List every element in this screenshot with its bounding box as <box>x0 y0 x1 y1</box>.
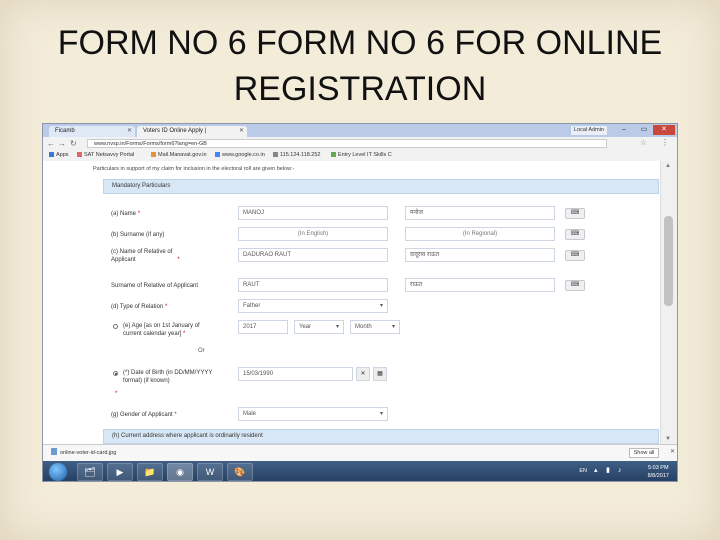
age-label: (e) Age [as on 1st January of current cal… <box>123 323 200 337</box>
close-tab-icon[interactable]: ✕ <box>239 126 244 137</box>
browser-screenshot: Ficamb ✕ Voters ID Online Apply | ✕ Loca… <box>42 123 678 482</box>
relation-select[interactable]: Father <box>238 299 388 313</box>
age-radio[interactable] <box>113 324 118 329</box>
download-item[interactable]: online-voter-id-card.jpg <box>51 448 133 459</box>
surname-label: (b) Surname (if any) <box>111 232 165 238</box>
tab-ficamb[interactable]: Ficamb ✕ <box>49 126 135 137</box>
dob-label: (*) Date of Birth (in DD/MM/YYYY format) … <box>123 370 213 384</box>
close-tab-icon[interactable]: ✕ <box>127 126 132 137</box>
volume-icon[interactable]: ♪ <box>618 467 625 474</box>
keyboard-icon[interactable]: ⌨ <box>565 280 585 291</box>
scroll-down-icon[interactable]: ▼ <box>665 436 671 442</box>
tab-bar: Ficamb ✕ Voters ID Online Apply | ✕ Loca… <box>43 124 677 137</box>
tab-label: Voters ID Online Apply | <box>143 128 207 134</box>
address-bar-row: ← → ↻ www.nvsp.in/Forms/Forms/form6?lang… <box>43 137 677 150</box>
word-icon[interactable]: W <box>197 463 223 481</box>
name-label: (a) Name * <box>111 211 141 217</box>
relative-surname-label: Surname of Relative of Applicant <box>111 283 199 289</box>
tray-arrow-icon[interactable]: ▴ <box>594 467 601 474</box>
dob-required-mark: * <box>115 391 118 397</box>
downloads-bar: online-voter-id-card.jpg Show all ✕ <box>43 444 677 462</box>
bookmark-sat[interactable]: SAT Netsavvy Portal <box>77 151 134 160</box>
show-all-button[interactable]: Show all <box>629 448 659 458</box>
relative-surname-input[interactable]: RAUT <box>238 278 388 292</box>
page-icon <box>77 152 82 157</box>
reload-icon[interactable]: ↻ <box>70 138 77 149</box>
gender-label: (g) Gender of Applicant * <box>111 412 177 418</box>
age-year-select[interactable]: Year <box>294 320 344 334</box>
surname-regional-input[interactable]: (In Regional) <box>405 227 555 241</box>
minimize-icon[interactable]: – <box>617 125 631 135</box>
apps-icon <box>49 152 54 157</box>
mandatory-panel-heading: Mandatory Particulars <box>103 179 659 194</box>
slide-title: FORM NO 6 FORM NO 6 FOR ONLINE REGISTRAT… <box>57 24 663 108</box>
relative-surname-regional-input[interactable]: राऊत <box>405 278 555 292</box>
language-indicator[interactable]: EN <box>579 468 587 474</box>
menu-icon[interactable]: ⋮ <box>661 138 669 147</box>
bookmark-ip[interactable]: 115.124.118.252 <box>273 151 320 160</box>
page-icon <box>331 152 336 157</box>
scroll-up-icon[interactable]: ▲ <box>665 163 671 169</box>
surname-english-input[interactable]: (In English) <box>238 227 388 241</box>
bookmark-mail[interactable]: Mail.Manavat.gov.in <box>151 151 207 160</box>
page-icon <box>273 152 278 157</box>
folder-icon[interactable]: 📁 <box>137 463 163 481</box>
maximize-icon[interactable]: ▭ <box>637 125 651 135</box>
start-button[interactable] <box>49 463 67 481</box>
address-input[interactable]: www.nvsp.in/Forms/Forms/form6?lang=en-GB <box>87 139 607 148</box>
relation-label: (d) Type of Relation * <box>111 304 168 310</box>
bookmark-google[interactable]: www.google.co.in <box>215 151 265 160</box>
name-input[interactable]: MANOJ <box>238 206 388 220</box>
dob-radio[interactable] <box>113 371 118 376</box>
clear-date-icon[interactable]: ✕ <box>356 367 370 381</box>
tab-voters-id[interactable]: Voters ID Online Apply | ✕ <box>137 126 247 137</box>
intro-text: Particulars in support of my claim for i… <box>93 166 295 172</box>
relative-name-input[interactable]: DADURAO RAUT <box>238 248 388 262</box>
calendar-icon[interactable]: ▦ <box>373 367 387 381</box>
paint-icon[interactable]: 🎨 <box>227 463 253 481</box>
bookmark-apps[interactable]: Apps <box>49 151 69 160</box>
gender-select[interactable]: Male <box>238 407 388 421</box>
back-icon[interactable]: ← <box>47 138 55 149</box>
image-file-icon <box>51 448 57 455</box>
scroll-thumb[interactable] <box>664 216 673 306</box>
network-icon[interactable]: ▮ <box>606 467 613 474</box>
page-icon <box>151 152 156 157</box>
close-window-icon[interactable]: ✕ <box>653 125 675 135</box>
user-badge[interactable]: Local Admin <box>571 126 607 135</box>
system-clock[interactable]: 5:03 PM 8/8/2017 <box>648 464 669 480</box>
tab-label: Ficamb <box>55 128 75 134</box>
explorer-icon[interactable]: 🗂 <box>77 463 103 481</box>
forward-icon[interactable]: → <box>58 138 66 149</box>
age-month-select[interactable]: Month <box>350 320 400 334</box>
chrome-icon[interactable]: ◉ <box>167 463 193 481</box>
keyboard-icon[interactable]: ⌨ <box>565 229 585 240</box>
close-downloads-icon[interactable]: ✕ <box>670 448 675 455</box>
keyboard-icon[interactable]: ⌨ <box>565 250 585 261</box>
or-text: Or <box>198 348 205 354</box>
google-icon <box>215 152 220 157</box>
dob-input[interactable]: 15/03/1990 <box>238 367 353 381</box>
windows-taskbar: 🗂 ▶ 📁 ◉ W 🎨 EN ▴ ▮ ♪ 5:03 PM 8/8/2017 <box>43 461 677 481</box>
keyboard-icon[interactable]: ⌨ <box>565 208 585 219</box>
relative-label: (c) Name of Relative of Applicant * <box>111 249 180 263</box>
form-page: Particulars in support of my claim for i… <box>43 161 663 444</box>
relative-name-regional-input[interactable]: दादूराव राऊत <box>405 248 555 262</box>
name-regional-input[interactable]: मनोज <box>405 206 555 220</box>
media-player-icon[interactable]: ▶ <box>107 463 133 481</box>
address-panel-heading: (h) Current address where applicant is o… <box>103 429 659 444</box>
bookmark-star-icon[interactable]: ☆ <box>640 138 647 147</box>
age-year-value[interactable]: 2017 <box>238 320 288 334</box>
page-scrollbar[interactable]: ▲ ▼ <box>660 161 677 444</box>
bookmark-it-skills[interactable]: Entry Level IT Skills C <box>331 151 392 160</box>
